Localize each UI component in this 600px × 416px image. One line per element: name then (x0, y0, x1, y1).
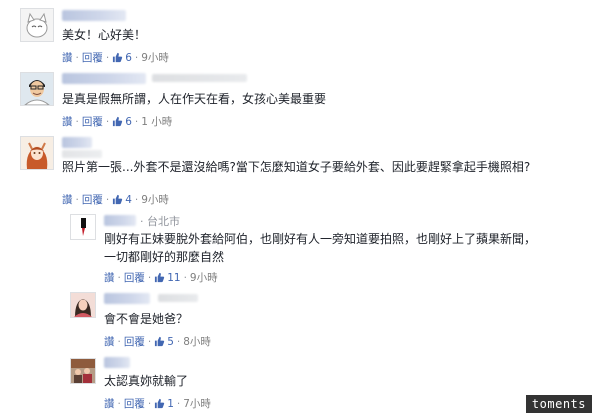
comment-meta: 讚 · 回覆 · 6 · 1 小時 (62, 116, 173, 130)
thumbs-up-icon (112, 52, 123, 66)
comment-3: 照片第一張...外套不是還沒給嗎?當下怎麼知道女子要給外套、因此要趕緊拿起手機照… (20, 132, 580, 208)
commenter-name[interactable] (104, 293, 150, 304)
reply-meta: 讚 · 回覆 · 1 · 7小時 (104, 398, 211, 412)
like-link[interactable]: 讚 (104, 272, 115, 284)
anime-girl-avatar-icon (21, 137, 53, 169)
reply-link[interactable]: 回覆 (124, 336, 145, 348)
reply-link[interactable]: 回覆 (82, 116, 103, 128)
avatar[interactable] (70, 292, 96, 318)
avatar[interactable] (20, 72, 54, 106)
like-link[interactable]: 讚 (62, 194, 73, 206)
woman-avatar-icon (71, 293, 95, 317)
thumbs-up-icon (112, 194, 123, 208)
reply-2: 會不會是她爸？ 讚 · 回覆 · 5 · 8小時 (70, 288, 580, 348)
timestamp[interactable]: 8小時 (183, 336, 211, 348)
comment-text: 是真是假無所謂，人在作天在看，女孩心美最重要 (62, 92, 327, 106)
thumbs-up-icon (154, 336, 165, 350)
like-count[interactable]: 4 (125, 194, 132, 206)
reply-link[interactable]: 回覆 (82, 52, 103, 64)
like-link[interactable]: 讚 (104, 336, 115, 348)
profile-avatar-icon (71, 215, 95, 239)
like-count[interactable]: 1 (167, 398, 174, 410)
timestamp[interactable]: 1 小時 (141, 116, 172, 128)
reply-link[interactable]: 回覆 (82, 194, 103, 206)
commenter-extra (158, 294, 198, 302)
comment-text: 美女！心好美！ (62, 28, 147, 42)
reply-text: 會不會是她爸？ (104, 312, 189, 326)
commenter-name[interactable] (104, 357, 130, 368)
reply-3: 太認真妳就輸了 讚 · 回覆 · 1 · 7小時 (70, 352, 580, 412)
comment-meta: 讚 · 回覆 · 4 · 9小時 (62, 194, 169, 208)
commenter-name[interactable] (62, 73, 146, 84)
like-count[interactable]: 6 (125, 116, 132, 128)
reply-text: 剛好有正妹要脫外套給阿伯，也剛好有人一旁知道要拍照，也剛好上了蘋果新聞，一切都剛… (104, 232, 537, 264)
like-link[interactable]: 讚 (62, 116, 73, 128)
reply-link[interactable]: 回覆 (124, 272, 145, 284)
timestamp[interactable]: 9小時 (141, 194, 169, 206)
commenter-extra (62, 150, 102, 158)
like-count[interactable]: 11 (167, 272, 180, 284)
watermark-logo: toments (525, 395, 592, 413)
avatar[interactable] (20, 8, 54, 42)
avatar[interactable] (70, 214, 96, 240)
timestamp[interactable]: 7小時 (183, 398, 211, 410)
reply-text: 太認真妳就輸了 (104, 374, 189, 388)
reply-meta: 讚 · 回覆 · 5 · 8小時 (104, 336, 211, 350)
commenter-name[interactable] (104, 215, 136, 226)
avatar[interactable] (70, 358, 96, 384)
reply-1: · 台北市 剛好有正妹要脫外套給阿伯，也剛好有人一旁知道要拍照，也剛好上了蘋果新… (70, 210, 580, 284)
like-count[interactable]: 6 (125, 52, 132, 64)
reply-meta: 讚 · 回覆 · 11 · 9小時 (104, 272, 218, 286)
comment-meta: 讚 · 回覆 · 6 · 9小時 (62, 52, 169, 66)
timestamp[interactable]: 9小時 (141, 52, 169, 64)
commenter-extra (152, 74, 247, 82)
like-link[interactable]: 讚 (62, 52, 73, 64)
thumbs-up-icon (112, 116, 123, 130)
thumbs-up-icon (154, 272, 165, 286)
like-link[interactable]: 讚 (104, 398, 115, 410)
location-label: · 台北市 (140, 215, 180, 228)
comment-text: 照片第一張...外套不是還沒給嗎?當下怎麼知道女子要給外套、因此要趕緊拿起手機照… (62, 160, 531, 174)
man-avatar-icon (21, 73, 53, 105)
cat-avatar-icon (26, 12, 48, 38)
comment-2: 是真是假無所謂，人在作天在看，女孩心美最重要 讚 · 回覆 · 6 · 1 小時 (20, 68, 580, 130)
timestamp[interactable]: 9小時 (190, 272, 218, 284)
reply-link[interactable]: 回覆 (124, 398, 145, 410)
like-count[interactable]: 5 (167, 336, 174, 348)
commenter-name[interactable] (62, 10, 126, 21)
avatar[interactable] (20, 136, 54, 170)
group-photo-avatar-icon (71, 359, 95, 383)
comment-1: 美女！心好美！ 讚 · 回覆 · 6 · 9小時 (20, 4, 580, 66)
commenter-name[interactable] (62, 137, 92, 148)
location-text: 台北市 (147, 215, 180, 228)
thumbs-up-icon (154, 398, 165, 412)
